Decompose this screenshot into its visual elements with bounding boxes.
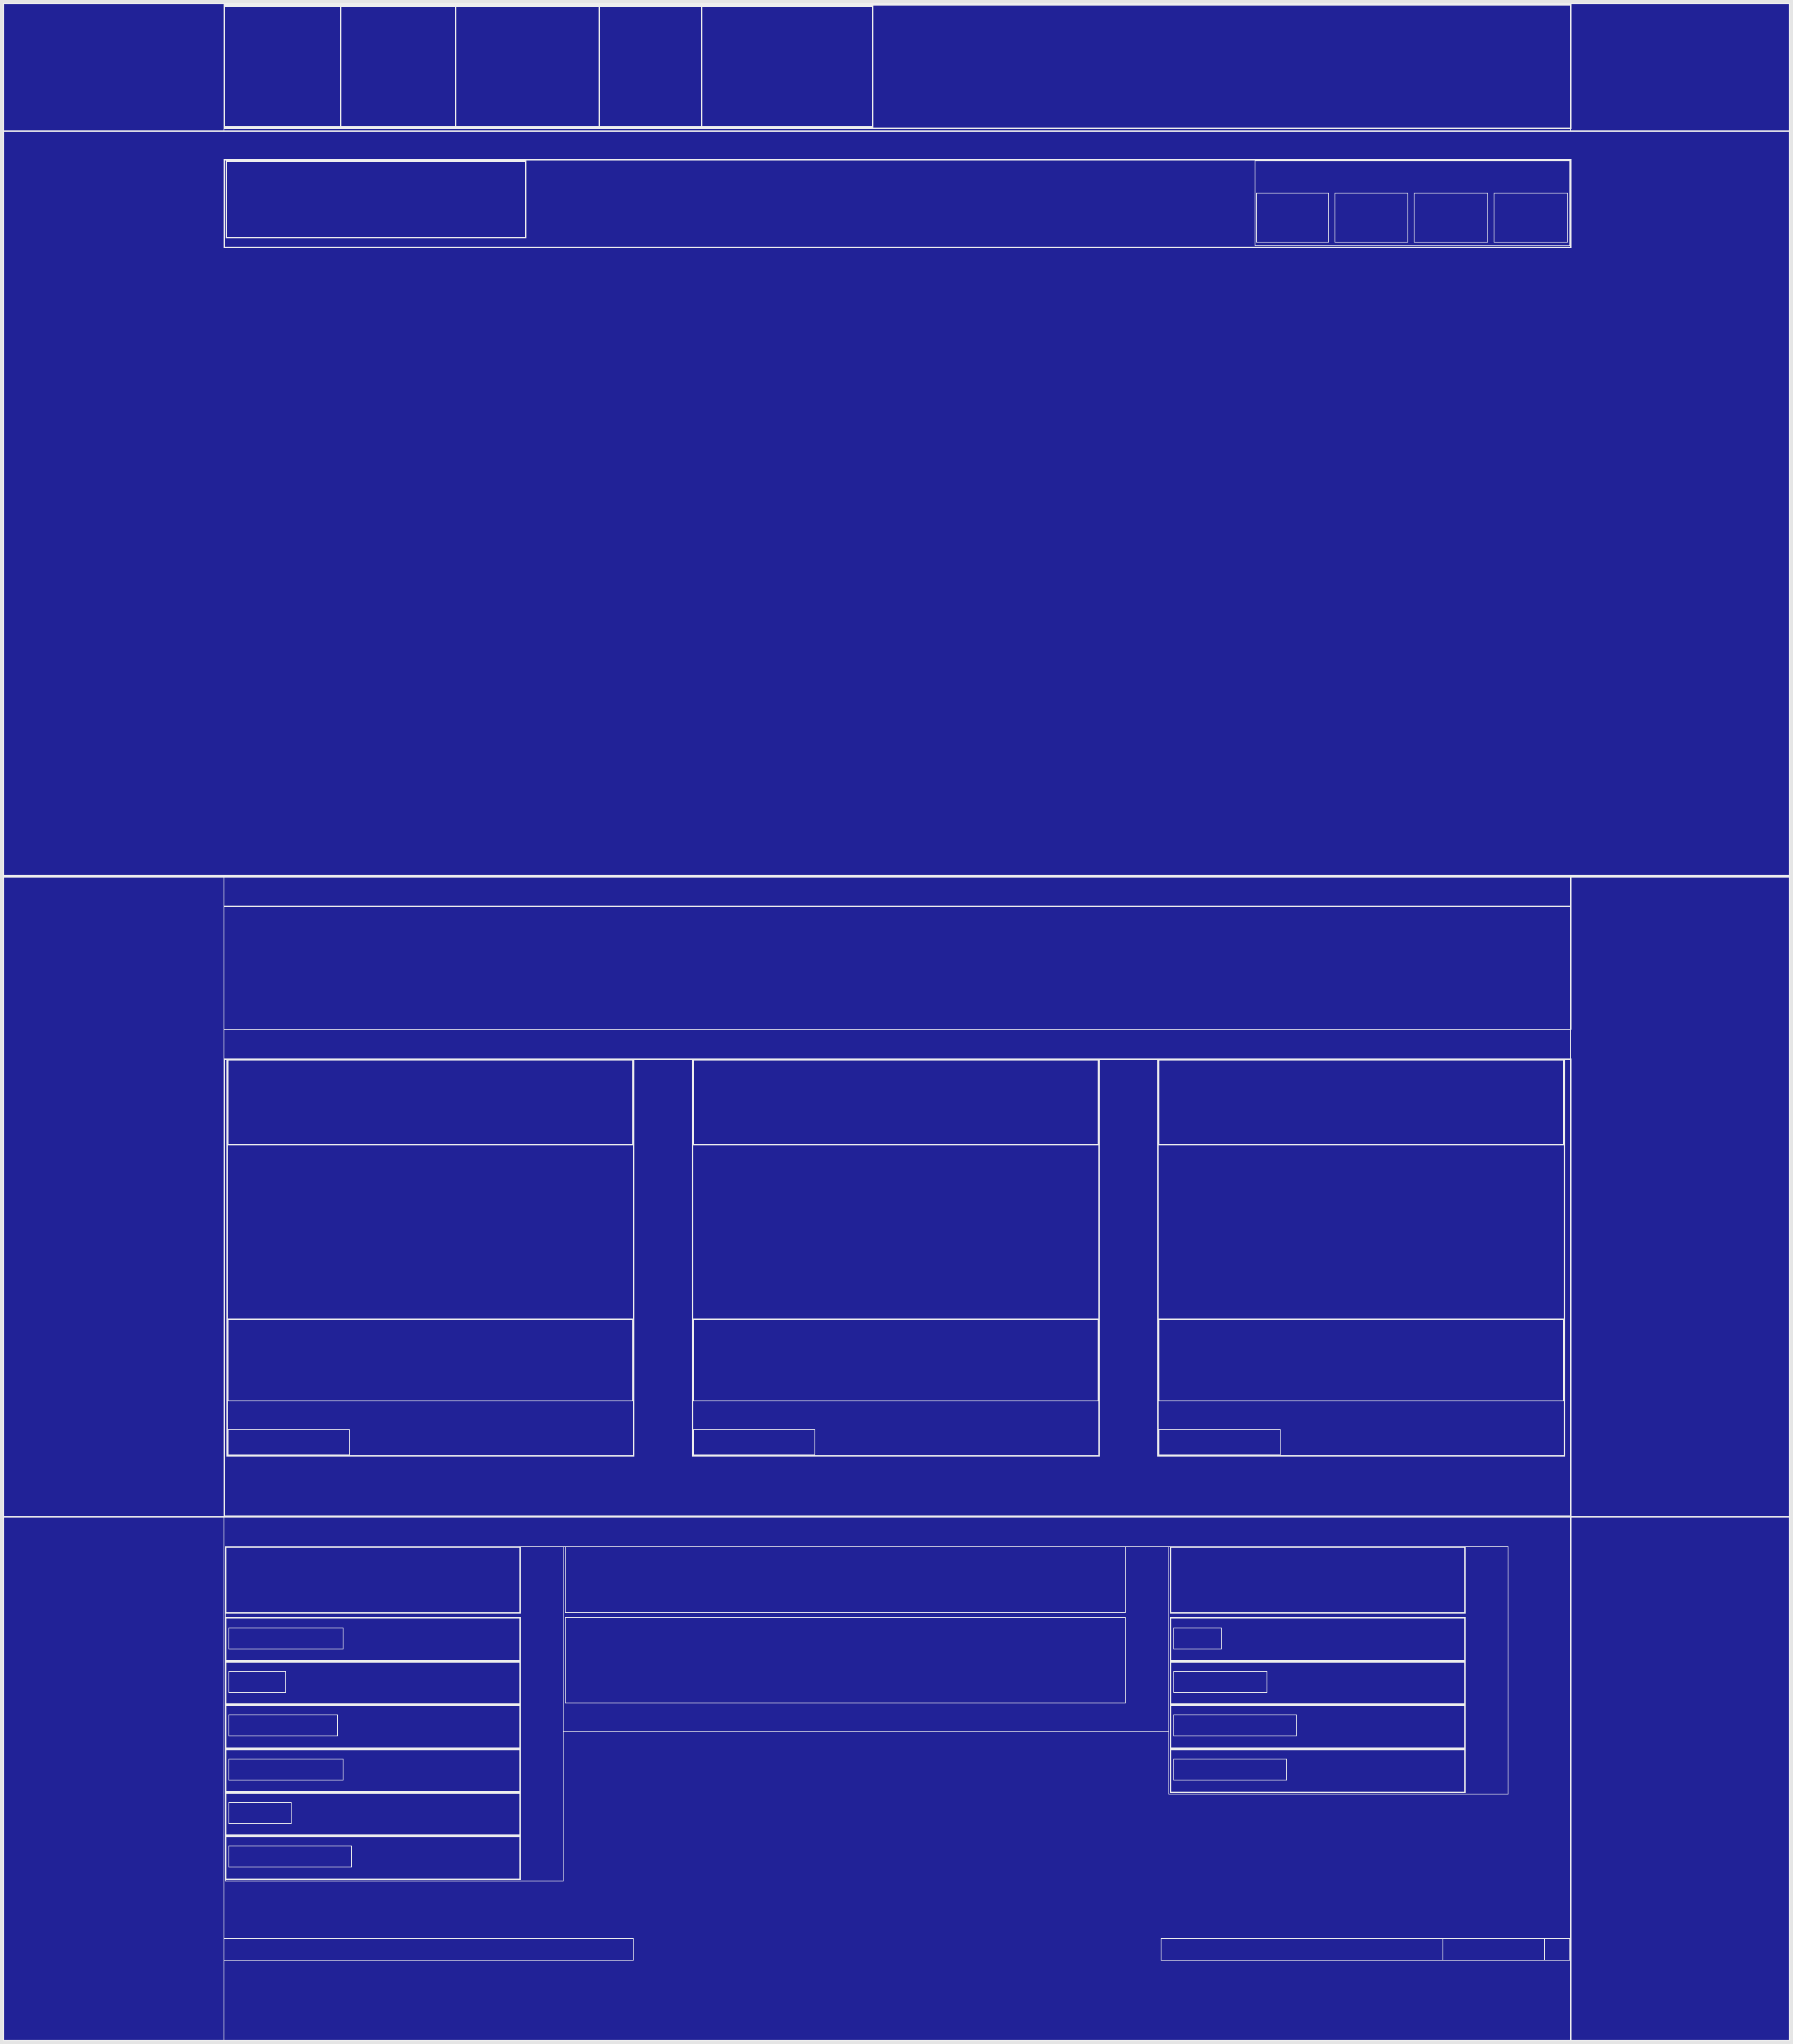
nav-tab-2[interactable]: [340, 6, 456, 128]
card-2-footer: [693, 1319, 1098, 1401]
toolbar-left-box[interactable]: [226, 161, 526, 238]
left-list-item-2-label: [229, 1671, 286, 1693]
bottom-right-button[interactable]: [1443, 1938, 1545, 1961]
right-column-guide: [1570, 876, 1790, 2041]
section-two-banner: [224, 906, 1572, 1030]
card-2-title: [693, 1060, 1098, 1145]
card-3-body: [1157, 1145, 1565, 1319]
nav-tab-5[interactable]: [701, 6, 873, 128]
right-list-item-3-label: [1173, 1715, 1297, 1736]
left-list-item-5-label: [229, 1802, 292, 1824]
toolbar-button-3[interactable]: [1414, 193, 1488, 243]
left-header-guide: [3, 3, 224, 132]
right-list-item-2-label: [1173, 1671, 1267, 1693]
card-3-button[interactable]: [1159, 1429, 1281, 1455]
left-list-header: [225, 1546, 521, 1614]
card-2-body: [692, 1145, 1100, 1319]
right-list-header: [1170, 1546, 1466, 1614]
toolbar-button-4[interactable]: [1494, 193, 1568, 243]
right-list-item-1-label: [1173, 1628, 1222, 1649]
nav-tab-3[interactable]: [455, 6, 600, 128]
toolbar-button-2[interactable]: [1335, 193, 1408, 243]
card-1-body: [226, 1145, 634, 1319]
card-1-title: [228, 1060, 633, 1145]
card-2-button[interactable]: [693, 1429, 815, 1455]
card-1-footer: [228, 1319, 633, 1401]
right-header-guide: [1570, 3, 1790, 132]
left-column-guide: [3, 876, 224, 2041]
left-list-item-6-label: [229, 1846, 352, 1867]
left-list-item-3-label: [229, 1715, 338, 1736]
toolbar-button-1[interactable]: [1256, 193, 1329, 243]
right-list-item-4-label: [1173, 1759, 1287, 1780]
center-panel-content: [565, 1617, 1126, 1703]
card-3-footer: [1159, 1319, 1564, 1401]
left-list-item-4-label: [229, 1759, 343, 1780]
card-1-button[interactable]: [228, 1429, 350, 1455]
nav-tab-4[interactable]: [599, 6, 702, 128]
center-panel-header: [565, 1546, 1126, 1613]
nav-tab-1[interactable]: [224, 6, 341, 128]
bottom-left-field[interactable]: [224, 1938, 634, 1961]
section-two-top-strip: [224, 876, 1572, 907]
card-3-title: [1159, 1060, 1564, 1145]
left-list-item-1-label: [229, 1628, 343, 1649]
